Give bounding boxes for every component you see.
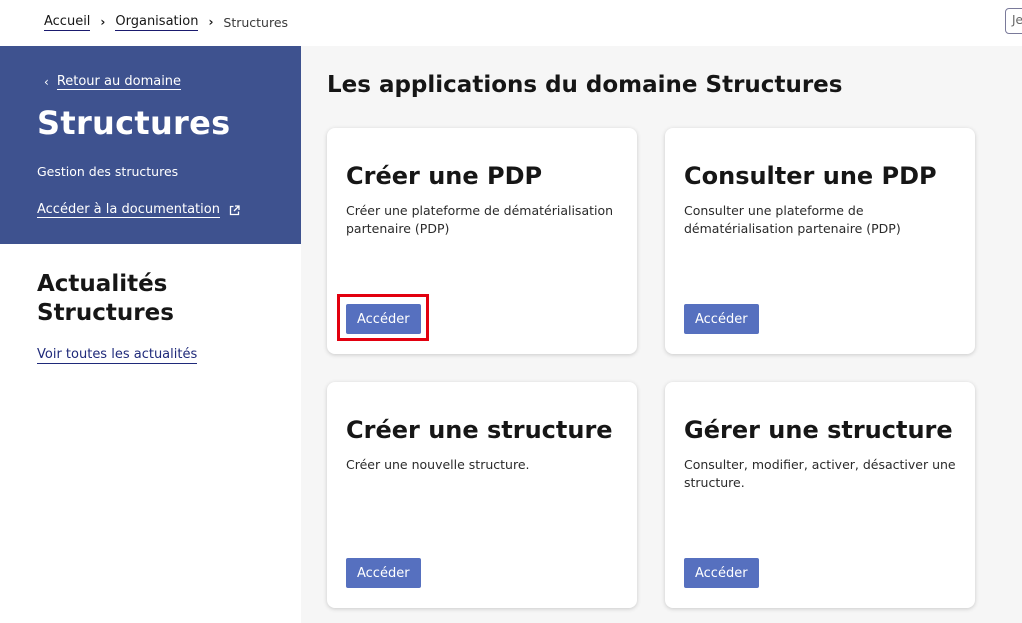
card-description: Créer une nouvelle structure. — [346, 457, 530, 472]
domain-panel: ‹ Retour au domaine Structures Gestion d… — [0, 46, 301, 244]
all-news-link[interactable]: Voir toutes les actualités — [37, 347, 198, 364]
chevron-left-icon: ‹ — [44, 75, 49, 89]
breadcrumb-separator: › — [208, 15, 214, 29]
news-title-line1: Actualités — [37, 271, 168, 297]
card-description: Consulter, modifier, activer, désactiver… — [684, 457, 956, 490]
acceder-button[interactable]: Accéder — [346, 558, 421, 588]
documentation-link-label: Accéder à la documentation — [37, 202, 220, 218]
card-consulter-pdp: Consulter une PDP Consulter une platefor… — [665, 128, 975, 354]
card-title: Gérer une structure — [684, 416, 953, 444]
card-description: Créer une plateforme de dématérialisatio… — [346, 203, 614, 236]
highlight-box — [337, 294, 429, 341]
card-gerer-structure: Gérer une structure Consulter, modifier,… — [665, 382, 975, 608]
card-title: Créer une structure — [346, 416, 613, 444]
card-creer-structure: Créer une structure Créer une nouvelle s… — [327, 382, 637, 608]
news-title-line2: Structures — [37, 300, 174, 326]
domain-description: Gestion des structures — [37, 164, 179, 179]
acceder-button[interactable]: Accéder — [684, 558, 759, 588]
card-title: Consulter une PDP — [684, 162, 937, 190]
search-input[interactable]: Je — [1005, 8, 1022, 34]
acceder-button[interactable]: Accéder — [684, 304, 759, 334]
back-to-domain-link[interactable]: ‹ Retour au domaine — [44, 74, 182, 90]
documentation-link[interactable]: Accéder à la documentation — [37, 202, 240, 218]
applications-area: Les applications du domaine Structures C… — [301, 46, 1022, 623]
breadcrumb-current: Structures — [223, 14, 289, 30]
breadcrumb: Accueil › Organisation › Structures — [44, 12, 288, 32]
card-description: Consulter une plateforme de dématérialis… — [684, 203, 901, 236]
news-title: Actualités Structures — [37, 270, 174, 328]
back-link-label: Retour au domaine — [56, 74, 182, 90]
card-title: Créer une PDP — [346, 162, 543, 190]
breadcrumb-accueil[interactable]: Accueil — [44, 14, 91, 31]
breadcrumb-separator: › — [100, 15, 106, 29]
breadcrumb-organisation[interactable]: Organisation — [115, 14, 199, 31]
applications-title: Les applications du domaine Structures — [327, 72, 843, 98]
domain-title: Structures — [37, 104, 231, 142]
external-link-icon — [229, 204, 240, 216]
